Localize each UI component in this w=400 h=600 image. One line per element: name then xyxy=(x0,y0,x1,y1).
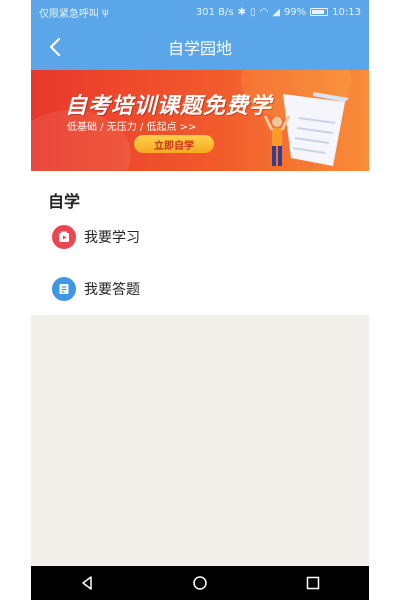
triangle-back-icon xyxy=(82,576,93,590)
nav-back-button[interactable] xyxy=(67,569,107,597)
square-recents-icon xyxy=(306,576,319,590)
vibrate-icon: ▯ xyxy=(249,6,256,18)
back-arrow-icon[interactable] xyxy=(45,36,67,58)
menu-item-answer[interactable]: 我要答题 xyxy=(52,274,252,304)
wifi-icon: ◠ xyxy=(259,6,269,18)
start-learning-button[interactable]: 立即自学 xyxy=(134,135,214,153)
battery-percent: 99% xyxy=(283,6,307,18)
status-bar: 仅限紧急呼叫 ψ 301 B/s ✱ ▯ ◠ ◢ 99% 10:13 xyxy=(31,0,369,24)
self-study-section: 自学 我要学习 我要答题 xyxy=(31,171,369,315)
nav-recents-button[interactable] xyxy=(293,569,333,597)
signal-icon: ◢ xyxy=(272,6,280,18)
clock: 10:13 xyxy=(332,6,361,18)
emergency-call-text: 仅限紧急呼叫 xyxy=(39,8,99,20)
banner-headline: 自考培训课题免费学 xyxy=(65,94,273,119)
play-video-icon xyxy=(52,225,76,249)
status-right: 301 B/s ✱ ▯ ◠ ◢ 99% 10:13 xyxy=(196,7,361,18)
status-left: 仅限紧急呼叫 ψ xyxy=(39,5,109,20)
student-illustration xyxy=(263,92,349,166)
menu-item-label: 我要答题 xyxy=(84,282,140,298)
title-bar: 自学园地 xyxy=(31,24,369,70)
menu-item-label: 我要学习 xyxy=(84,230,140,246)
battery-icon xyxy=(310,8,329,16)
network-speed: 301 B/s xyxy=(195,6,234,18)
promo-banner[interactable]: 自考培训课题免费学 低基础 / 无压力 / 低起点 >> 立即自学 xyxy=(31,70,369,171)
menu-item-study[interactable]: 我要学习 xyxy=(52,222,252,252)
page-title: 自学园地 xyxy=(167,39,232,58)
bluetooth-icon: ✱ xyxy=(237,6,246,18)
circle-home-icon xyxy=(193,576,207,590)
app-screen: 仅限紧急呼叫 ψ 301 B/s ✱ ▯ ◠ ◢ 99% 10:13 自学园地 … xyxy=(31,0,369,600)
banner-subtitle: 低基础 / 无压力 / 低起点 >> xyxy=(67,122,197,133)
section-title: 自学 xyxy=(48,192,81,211)
answer-sheet-icon xyxy=(52,277,76,301)
nav-home-button[interactable] xyxy=(180,569,220,597)
system-nav-bar xyxy=(31,566,369,600)
usb-icon: ψ xyxy=(102,6,109,18)
